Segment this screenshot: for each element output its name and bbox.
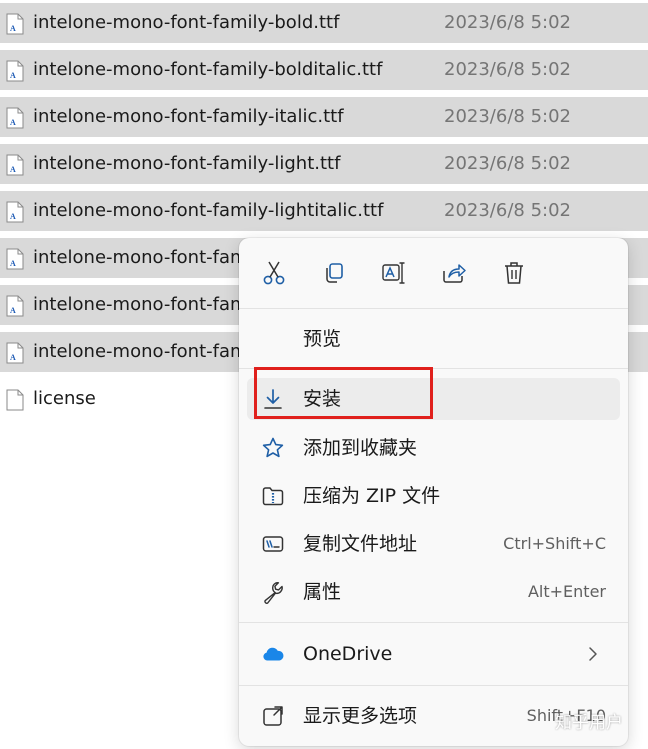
menu-item-compress-zip[interactable]: 压缩为 ZIP 文件 [247, 475, 620, 517]
svg-text:A: A [10, 118, 16, 127]
svg-text:A: A [10, 259, 16, 268]
menu-item-install[interactable]: 安装 [247, 378, 620, 420]
file-date: 2023/6/8 5:02 [444, 200, 571, 221]
copy-button[interactable] [319, 258, 349, 288]
svg-text:A: A [10, 165, 16, 174]
file-row[interactable]: A intelone-mono-font-family-italic.ttf 2… [0, 97, 648, 137]
star-icon [262, 437, 284, 458]
wrench-icon [264, 582, 283, 604]
menu-item-onedrive[interactable]: OneDrive [247, 633, 620, 675]
menu-divider [239, 685, 628, 686]
svg-text:A: A [10, 353, 16, 362]
file-row[interactable]: A intelone-mono-font-family-light.ttf 20… [0, 144, 648, 184]
file-name: intelone-mono-font-family-italic.ttf [33, 106, 344, 127]
menu-item-label: OneDrive [303, 643, 393, 665]
chevron-right-icon [589, 647, 597, 661]
menu-item-properties[interactable]: 属性 Alt+Enter [247, 571, 620, 613]
file-name: intelone-mono-font-family-lightitalic.tt… [33, 200, 384, 221]
font-file-icon: A [6, 342, 24, 364]
scissors-icon [263, 261, 285, 285]
font-file-icon: A [6, 107, 24, 129]
more-options-icon [263, 706, 283, 726]
svg-text:A: A [10, 306, 16, 315]
file-date: 2023/6/8 5:02 [444, 12, 571, 33]
font-file-icon: A [6, 154, 24, 176]
file-name: license [33, 388, 96, 409]
share-icon [443, 264, 466, 283]
trash-icon [505, 262, 523, 284]
menu-item-add-to-favorites[interactable]: 添加到收藏夹 [247, 427, 620, 469]
copy-path-icon [262, 536, 284, 552]
file-row[interactable]: A intelone-mono-font-family-bold.ttf 202… [0, 3, 648, 43]
file-row[interactable]: A intelone-mono-font-family-bolditalic.t… [0, 50, 648, 90]
menu-item-label: 预览 [303, 328, 342, 350]
menu-item-preview[interactable]: 预览 [247, 318, 620, 360]
menu-divider [239, 368, 628, 369]
svg-text:A: A [10, 71, 16, 80]
rename-button[interactable] [379, 258, 409, 288]
menu-divider [239, 622, 628, 623]
file-row[interactable]: A intelone-mono-font-family-lightitalic.… [0, 191, 648, 231]
watermark: 知乎用户 [555, 713, 623, 733]
svg-text:A: A [10, 212, 16, 221]
menu-item-label: 添加到收藏夹 [303, 437, 418, 459]
share-button[interactable] [439, 258, 469, 288]
menu-item-label: 压缩为 ZIP 文件 [303, 485, 441, 507]
font-file-icon: A [6, 248, 24, 270]
context-menu: 预览 安装 添加到收藏夹 压缩为 ZIP 文件 复制文件地址 Ctrl+Shif… [239, 238, 628, 746]
download-icon [264, 389, 282, 409]
explorer-window: A intelone-mono-font-family-bold.ttf 202… [0, 0, 648, 749]
menu-item-label: 复制文件地址 [303, 533, 418, 555]
delete-button[interactable] [499, 258, 529, 288]
file-name: intelone-mono-font-fam [33, 247, 248, 268]
file-date: 2023/6/8 5:02 [444, 153, 571, 174]
menu-item-copy-path[interactable]: 复制文件地址 Ctrl+Shift+C [247, 523, 620, 565]
file-name: intelone-mono-font-family-bold.ttf [33, 12, 340, 33]
file-name: intelone-mono-font-fam [33, 341, 248, 362]
context-menu-toolbar [239, 238, 628, 308]
menu-item-label: 安装 [303, 388, 342, 410]
menu-item-shortcut: Alt+Enter [527, 582, 606, 601]
menu-item-shortcut: Ctrl+Shift+C [503, 534, 606, 553]
rename-icon [382, 262, 405, 284]
menu-item-label: 属性 [303, 581, 342, 603]
font-file-icon: A [6, 295, 24, 317]
font-file-icon: A [6, 13, 24, 35]
onedrive-cloud-icon [263, 647, 284, 661]
menu-divider [239, 308, 628, 309]
file-date: 2023/6/8 5:02 [444, 106, 571, 127]
file-date: 2023/6/8 5:02 [444, 59, 571, 80]
copy-icon [326, 263, 343, 283]
cut-button[interactable] [259, 258, 289, 288]
font-file-icon: A [6, 201, 24, 223]
font-file-icon: A [6, 60, 24, 82]
file-name: intelone-mono-font-family-bolditalic.ttf [33, 59, 383, 80]
svg-text:A: A [10, 24, 16, 33]
menu-item-label: 显示更多选项 [303, 705, 418, 727]
document-icon [6, 389, 24, 411]
file-name: intelone-mono-font-family-light.ttf [33, 153, 341, 174]
zip-folder-icon [262, 487, 284, 506]
file-name: intelone-mono-font-fam [33, 294, 248, 315]
